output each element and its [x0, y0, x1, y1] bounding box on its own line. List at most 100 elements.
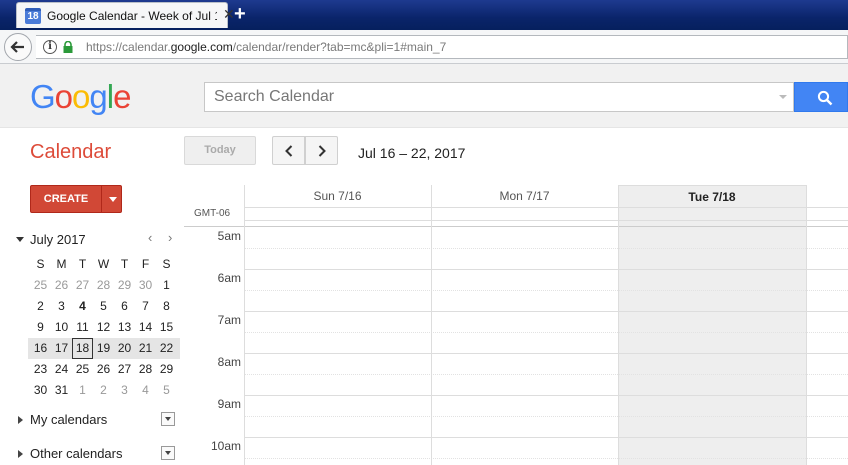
mini-day[interactable]: 2: [30, 296, 51, 317]
mini-calendar-toggle-icon[interactable]: [16, 237, 24, 242]
expand-arrow-icon[interactable]: [18, 450, 23, 458]
mini-day[interactable]: 28: [93, 275, 114, 296]
mini-day[interactable]: 5: [156, 380, 177, 401]
column-divider: [618, 185, 619, 465]
mini-day[interactable]: 30: [30, 380, 51, 401]
search-options-caret-icon[interactable]: [779, 95, 787, 99]
search-button[interactable]: [794, 82, 848, 112]
create-label[interactable]: CREATE: [31, 186, 101, 212]
mini-day[interactable]: 25: [30, 275, 51, 296]
half-hour-line: [244, 458, 848, 459]
mini-day[interactable]: 20: [114, 338, 135, 359]
mini-week-row: 25 26 27 28 29 30 1: [30, 275, 180, 296]
mini-day[interactable]: 1: [156, 275, 177, 296]
create-button[interactable]: CREATE: [30, 185, 122, 213]
mini-day[interactable]: 23: [30, 359, 51, 380]
mini-weekday: S: [36, 257, 45, 271]
mini-week-row: 23 24 25 26 27 28 29: [30, 359, 180, 380]
my-calendars-section[interactable]: My calendars: [16, 410, 180, 430]
next-week-button[interactable]: [305, 136, 338, 165]
close-tab-icon[interactable]: ✕: [223, 6, 235, 23]
mini-calendar-month[interactable]: July 2017: [30, 232, 86, 247]
mini-day[interactable]: 17: [51, 338, 72, 359]
address-bar[interactable]: i https://calendar.google.com/calendar/r…: [36, 35, 848, 59]
mini-day[interactable]: 7: [135, 296, 156, 317]
mini-day[interactable]: 24: [51, 359, 72, 380]
mini-day[interactable]: 6: [114, 296, 135, 317]
create-dropdown-icon[interactable]: [109, 197, 117, 202]
hour-line: [244, 311, 848, 312]
mini-weekday: S: [162, 257, 171, 271]
other-calendars-section[interactable]: Other calendars: [16, 444, 180, 464]
mini-week-row: 30 31 1 2 3 4 5: [30, 380, 180, 401]
timezone-label: GMT-06: [194, 208, 231, 219]
mini-day[interactable]: 31: [51, 380, 72, 401]
mini-day[interactable]: 16: [30, 338, 51, 359]
browser-tab[interactable]: 18 Google Calendar - Week of Jul 16, 201…: [16, 2, 235, 28]
hour-label: 9am: [217, 397, 241, 411]
other-calendars-label[interactable]: Other calendars: [30, 446, 123, 461]
mini-day[interactable]: 8: [156, 296, 177, 317]
logo-letter: o: [72, 78, 90, 115]
mini-day[interactable]: 10: [51, 317, 72, 338]
mini-weekday: M: [56, 257, 67, 271]
mini-day[interactable]: 4: [135, 380, 156, 401]
mini-day[interactable]: 1: [72, 380, 93, 401]
google-header: Google: [0, 64, 848, 128]
column-divider: [244, 185, 245, 465]
previous-week-button[interactable]: [272, 136, 305, 165]
google-logo[interactable]: Google: [30, 78, 131, 116]
mini-day[interactable]: 9: [30, 317, 51, 338]
mini-day[interactable]: 11: [72, 317, 93, 338]
new-tab-button[interactable]: +: [234, 3, 246, 25]
half-hour-line: [244, 374, 848, 375]
mini-day[interactable]: 19: [93, 338, 114, 359]
mini-day[interactable]: 14: [135, 317, 156, 338]
mini-day[interactable]: 27: [114, 359, 135, 380]
day-header[interactable]: Mon 7/17: [431, 185, 618, 207]
back-button[interactable]: [4, 33, 32, 61]
mini-day[interactable]: 29: [114, 275, 135, 296]
mini-day[interactable]: 26: [93, 359, 114, 380]
time-grid[interactable]: 5am 6am 7am 8am 9am 10am: [184, 226, 848, 465]
mini-day[interactable]: 21: [135, 338, 156, 359]
mini-next-month-icon[interactable]: ›: [168, 230, 172, 245]
mini-week-row: 16 17 18 19 20 21 22: [28, 338, 180, 359]
mini-day[interactable]: 22: [156, 338, 177, 359]
mini-day[interactable]: 12: [93, 317, 114, 338]
mini-day[interactable]: 25: [72, 359, 93, 380]
mini-day[interactable]: 2: [93, 380, 114, 401]
mini-day[interactable]: 15: [156, 317, 177, 338]
mini-day[interactable]: 29: [156, 359, 177, 380]
all-day-row[interactable]: [244, 207, 848, 221]
logo-letter: e: [113, 78, 131, 115]
mini-day[interactable]: 28: [135, 359, 156, 380]
logo-letter: o: [54, 78, 73, 115]
mini-day[interactable]: 13: [114, 317, 135, 338]
my-calendars-menu-icon[interactable]: [161, 412, 175, 426]
day-header[interactable]: Sun 7/16: [244, 185, 431, 207]
mini-weekday: F: [141, 257, 150, 271]
mini-day[interactable]: 27: [72, 275, 93, 296]
search-input[interactable]: [205, 83, 775, 111]
mini-prev-month-icon[interactable]: ‹: [148, 230, 152, 245]
mini-day[interactable]: 30: [135, 275, 156, 296]
other-calendars-menu-icon[interactable]: [161, 446, 175, 460]
column-divider: [431, 185, 432, 465]
my-calendars-label[interactable]: My calendars: [30, 412, 107, 427]
app-title[interactable]: Calendar: [30, 141, 111, 164]
mini-day[interactable]: 3: [51, 296, 72, 317]
calendar-favicon-icon: 18: [25, 8, 41, 24]
half-hour-line: [244, 416, 848, 417]
mini-day[interactable]: 5: [93, 296, 114, 317]
mini-day[interactable]: 26: [51, 275, 72, 296]
mini-day[interactable]: 4: [72, 296, 93, 317]
mini-day[interactable]: 3: [114, 380, 135, 401]
today-button[interactable]: Today: [184, 136, 256, 165]
day-header[interactable]: Tue 7/18: [618, 185, 806, 207]
column-divider: [806, 185, 807, 465]
chevron-left-icon: [285, 145, 293, 157]
expand-arrow-icon[interactable]: [18, 416, 23, 424]
info-icon[interactable]: i: [43, 40, 57, 54]
mini-day[interactable]: 18: [72, 338, 93, 359]
